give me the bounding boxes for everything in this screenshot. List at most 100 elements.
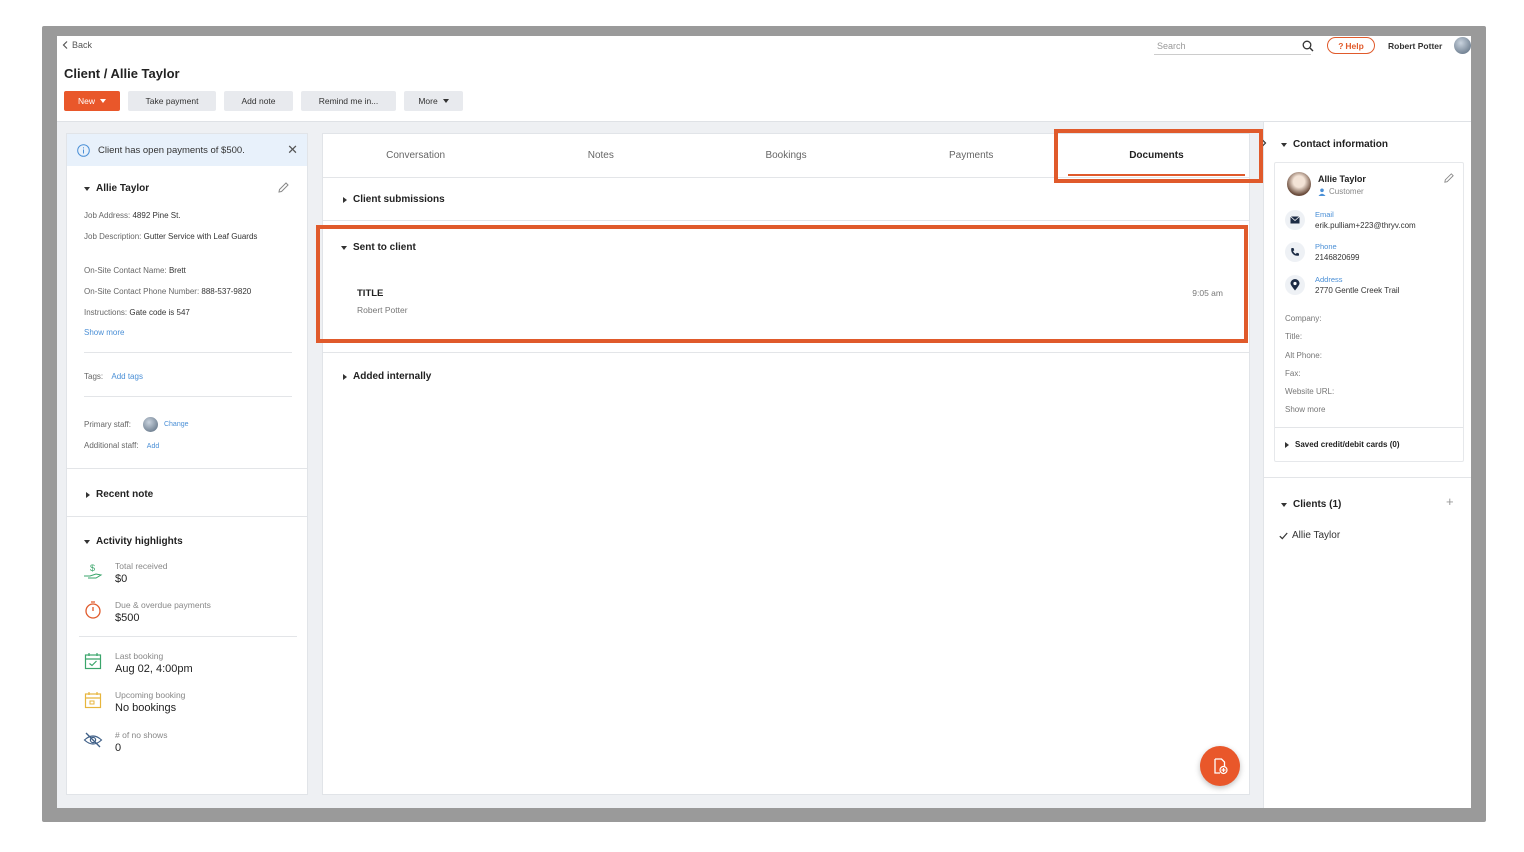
stat-due-payments: Due & overdue payments $500 — [83, 600, 211, 624]
person-icon — [1318, 188, 1326, 196]
contact-name-value: Brett — [168, 266, 186, 275]
add-client-icon[interactable]: + — [1446, 494, 1454, 509]
contact-information-label: Contact information — [1293, 139, 1388, 150]
divider — [323, 352, 1249, 353]
contact-information-header[interactable]: Contact information — [1281, 139, 1388, 150]
job-description-value: Gutter Service with Leaf Guards — [143, 232, 258, 241]
phone-value: 2146820699 — [1315, 253, 1360, 262]
stat-value: $0 — [115, 573, 128, 585]
user-name[interactable]: Robert Potter — [1388, 41, 1442, 51]
location-pin-icon — [1285, 275, 1305, 295]
action-toolbar: New Take payment Add note Remind me in..… — [64, 91, 463, 111]
client-name: Allie Taylor — [96, 183, 150, 194]
phone-icon — [1285, 242, 1305, 262]
fax-field: Fax: — [1285, 369, 1301, 378]
additional-staff-row: Additional staff: Add — [84, 440, 274, 453]
help-button[interactable]: ? Help — [1327, 37, 1375, 54]
show-more-link[interactable]: Show more — [84, 327, 274, 339]
take-payment-button[interactable]: Take payment — [128, 91, 216, 111]
caret-down-icon — [1281, 142, 1287, 147]
caret-right-icon — [343, 196, 347, 203]
stat-label: Total received — [115, 561, 168, 571]
user-avatar[interactable] — [1454, 37, 1471, 54]
contact-phone-label: On-Site Contact Phone Number: — [84, 287, 200, 296]
tab-conversation[interactable]: Conversation — [323, 134, 508, 177]
svg-text:$: $ — [90, 563, 95, 573]
add-note-button[interactable]: Add note — [224, 91, 293, 111]
show-more-link[interactable]: Show more — [1285, 405, 1325, 414]
change-staff-link[interactable]: Change — [164, 419, 189, 431]
recent-note-header[interactable]: Recent note — [86, 489, 153, 500]
tab-payments[interactable]: Payments — [879, 134, 1064, 177]
remind-me-button[interactable]: Remind me in... — [301, 91, 396, 111]
divider — [1264, 477, 1471, 478]
tab-notes[interactable]: Notes — [508, 134, 693, 177]
caret-down-icon — [1281, 502, 1287, 507]
clients-title: Clients (1) — [1293, 499, 1342, 510]
client-name-header[interactable]: Allie Taylor — [84, 183, 149, 194]
open-payments-alert: Client has open payments of $500. ✕ — [67, 134, 307, 166]
client-item-label: Allie Taylor — [1292, 530, 1341, 541]
contact-avatar — [1287, 172, 1311, 196]
contact-name-label: On-Site Contact Name: — [84, 266, 167, 275]
caret-down-icon — [84, 539, 90, 544]
job-address-label: Job Address: — [84, 211, 131, 220]
tab-bookings[interactable]: Bookings — [693, 134, 878, 177]
chevron-left-icon — [62, 41, 68, 49]
pencil-icon[interactable] — [277, 181, 290, 194]
divider — [79, 636, 297, 637]
onsite-contact-phone: On-Site Contact Phone Number: 888-537-98… — [84, 286, 304, 298]
client-list-item[interactable]: Allie Taylor — [1279, 530, 1340, 541]
add-tags-link[interactable]: Add tags — [111, 372, 143, 381]
more-label: More — [418, 96, 438, 106]
back-link[interactable]: Back — [62, 40, 92, 50]
client-submissions-header[interactable]: Client submissions — [343, 194, 445, 205]
added-internally-label: Added internally — [353, 371, 432, 382]
activity-highlights-header[interactable]: Activity highlights — [84, 536, 183, 547]
tags-label: Tags: — [84, 372, 104, 381]
website-field: Website URL: — [1285, 387, 1335, 396]
saved-cards-header[interactable]: Saved credit/debit cards (0) — [1285, 440, 1399, 449]
address-row[interactable]: Address 2770 Gentle Creek Trail — [1285, 275, 1400, 295]
more-button[interactable]: More — [404, 91, 463, 111]
page-title: Client / Allie Taylor — [64, 66, 180, 81]
divider — [84, 352, 292, 353]
sent-to-client-highlight — [316, 225, 1248, 343]
check-icon — [1279, 532, 1288, 539]
company-field: Company: — [1285, 314, 1322, 323]
saved-cards-label: Saved credit/debit cards (0) — [1295, 440, 1400, 449]
contact-sidebar: Contact information Allie Taylor Custome… — [1261, 122, 1471, 808]
pencil-icon[interactable] — [1443, 172, 1455, 184]
add-document-button[interactable] — [1200, 746, 1240, 786]
stat-value: $500 — [115, 612, 140, 624]
stat-no-shows: # of no shows 0 — [83, 730, 167, 754]
close-icon[interactable]: ✕ — [287, 142, 298, 158]
staff-avatar — [142, 417, 158, 432]
clients-header[interactable]: Clients (1) — [1281, 499, 1341, 510]
search-placeholder: Search — [1157, 41, 1186, 51]
primary-staff-row: Primary staff: Change — [84, 417, 274, 432]
add-staff-link[interactable]: Add — [147, 443, 159, 450]
question-icon: ? — [1338, 40, 1344, 51]
document-add-icon — [1214, 758, 1228, 775]
top-bar: Back Search ? Help Robert Potter Client … — [57, 36, 1471, 122]
contact-name: Allie Taylor — [1318, 174, 1366, 184]
divider — [67, 516, 307, 517]
stat-value: Aug 02, 4:00pm — [115, 663, 193, 675]
added-internally-header[interactable]: Added internally — [343, 371, 431, 382]
calendar-check-icon — [84, 653, 102, 670]
money-hand-icon: $ — [84, 563, 103, 579]
contact-role-label: Customer — [1329, 187, 1364, 196]
recent-note-label: Recent note — [96, 489, 154, 500]
new-button[interactable]: New — [64, 91, 120, 111]
search-icon[interactable] — [1302, 40, 1314, 52]
caret-down-icon — [442, 99, 449, 103]
email-row[interactable]: Email erik.pulliam+223@thryv.com — [1285, 210, 1416, 230]
address-label: Address — [1315, 275, 1343, 284]
stat-value: No bookings — [115, 702, 177, 714]
phone-row[interactable]: Phone 2146820699 — [1285, 242, 1360, 262]
search-input[interactable]: Search — [1154, 38, 1311, 55]
job-address-value: 4892 Pine St. — [132, 211, 181, 220]
title-field: Title: — [1285, 332, 1303, 341]
divider — [67, 468, 307, 469]
